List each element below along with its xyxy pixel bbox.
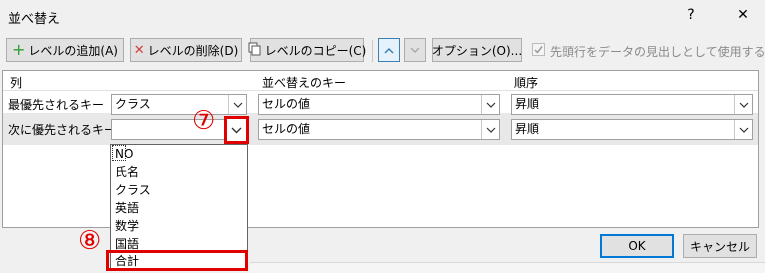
sort-on-select-secondary[interactable]: セルの値 bbox=[258, 119, 500, 140]
sort-on-select-primary[interactable]: セルの値 bbox=[258, 94, 500, 115]
chevron-down-icon bbox=[734, 120, 752, 139]
has-headers-label: 先頭行をデータの見出しとして使用する(H) bbox=[550, 45, 765, 59]
copy-level-label: レベルのコピー(C) bbox=[264, 43, 367, 58]
dropdown-option[interactable]: 英語 bbox=[115, 200, 139, 217]
background-sheet-area bbox=[250, 262, 765, 273]
chevron-down-icon bbox=[228, 95, 246, 114]
plus-icon: + bbox=[12, 40, 26, 59]
column-dropdown-arrow-button[interactable] bbox=[224, 116, 249, 144]
dialog-title: 並べ替え bbox=[8, 12, 61, 27]
delete-level-label: レベルの削除(D) bbox=[147, 43, 239, 58]
help-button[interactable]: ? bbox=[681, 5, 701, 25]
move-down-button[interactable] bbox=[404, 38, 426, 62]
order-value: 昇順 bbox=[515, 97, 540, 111]
close-button[interactable]: ✕ bbox=[733, 5, 753, 25]
add-level-label: レベルの追加(A) bbox=[28, 43, 118, 58]
column-select-primary[interactable]: クラス bbox=[111, 94, 247, 115]
copy-icon bbox=[248, 42, 262, 59]
header-divider bbox=[3, 90, 758, 91]
add-level-button[interactable]: + レベルの追加(A) bbox=[6, 38, 124, 62]
checkmark-icon bbox=[534, 46, 543, 54]
order-select-secondary[interactable]: 昇順 bbox=[511, 119, 753, 140]
dropdown-option[interactable]: 氏名 bbox=[115, 164, 139, 181]
column-header-col: 列 bbox=[10, 76, 23, 90]
move-up-button[interactable] bbox=[378, 38, 400, 62]
delete-x-icon: ✕ bbox=[133, 42, 145, 58]
total-option-highlight bbox=[106, 250, 248, 271]
chevron-down-icon bbox=[231, 127, 242, 134]
dropdown-option[interactable]: クラス bbox=[115, 182, 151, 199]
column-header-order: 順序 bbox=[514, 76, 539, 90]
level-label-secondary: 次に優先されるキー bbox=[8, 123, 117, 137]
column-header-sort-on: 並べ替えのキー bbox=[262, 76, 347, 90]
focus-indicator bbox=[112, 145, 126, 161]
ok-button[interactable]: OK bbox=[600, 234, 674, 258]
chevron-down-icon bbox=[734, 95, 752, 114]
column-select-value: クラス bbox=[115, 97, 151, 111]
cancel-button[interactable]: キャンセル bbox=[683, 234, 757, 258]
chevron-down-icon bbox=[410, 43, 420, 57]
order-value: 昇順 bbox=[515, 122, 540, 136]
chevron-up-icon bbox=[384, 43, 394, 57]
level-label-primary: 最優先されるキー bbox=[8, 98, 105, 112]
sort-on-value: セルの値 bbox=[262, 97, 311, 111]
copy-level-button[interactable]: レベルのコピー(C) bbox=[248, 38, 367, 62]
chevron-down-icon bbox=[481, 120, 499, 139]
annotation-step-8: ⑧ bbox=[78, 226, 102, 256]
order-select-primary[interactable]: 昇順 bbox=[511, 94, 753, 115]
options-button[interactable]: オプション(O)... bbox=[432, 38, 522, 62]
annotation-step-7: ⑦ bbox=[192, 106, 216, 136]
toolbar-separator bbox=[372, 40, 373, 62]
sort-on-value: セルの値 bbox=[262, 122, 311, 136]
has-headers-checkbox[interactable] bbox=[532, 43, 545, 56]
chevron-down-icon bbox=[481, 95, 499, 114]
dropdown-option[interactable]: 数学 bbox=[115, 218, 139, 235]
delete-level-button[interactable]: ✕ レベルの削除(D) bbox=[130, 38, 242, 62]
